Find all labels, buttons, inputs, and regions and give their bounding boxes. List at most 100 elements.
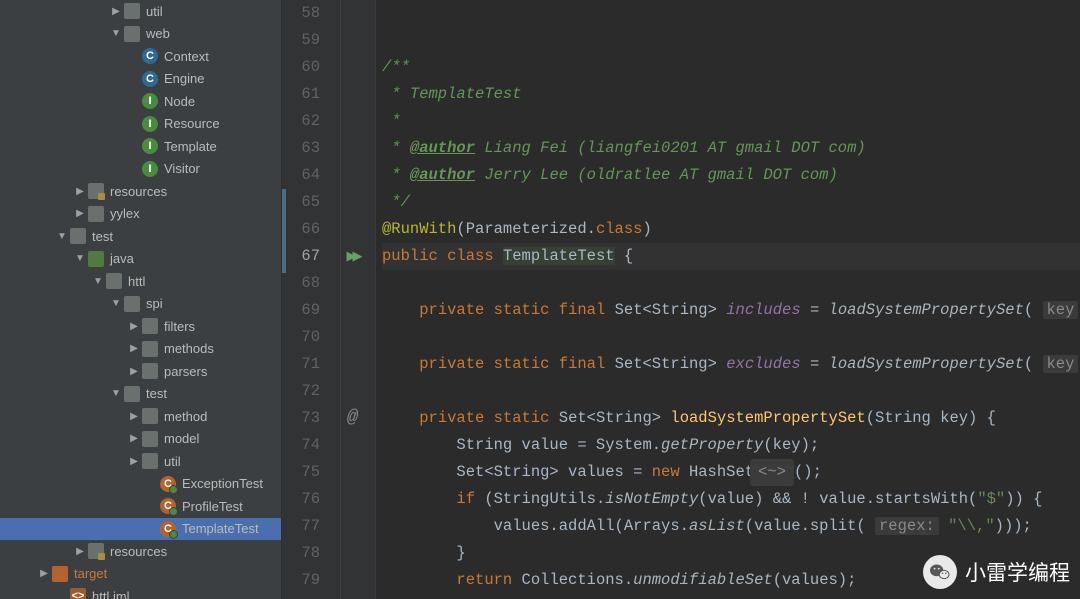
expand-arrow-icon[interactable]: ▶	[128, 411, 140, 422]
code-line[interactable]: String value = System.getProperty(key);	[382, 432, 1080, 459]
tree-item-java[interactable]: ▼java	[0, 248, 281, 271]
tree-item-profiletest[interactable]: CProfileTest	[0, 495, 281, 518]
run-gutter-icon[interactable]: ▶▶	[330, 243, 375, 270]
tree-item-templatetest[interactable]: CTemplateTest	[0, 518, 281, 541]
line-number[interactable]: 60	[282, 54, 320, 81]
tree-item-target[interactable]: ▶target	[0, 563, 281, 586]
code-line[interactable]: private static Set<String> loadSystemPro…	[382, 405, 1080, 432]
expand-arrow-icon[interactable]: ▶	[128, 343, 140, 354]
vcs-change-bar	[282, 189, 286, 273]
tree-item-resource[interactable]: IResource	[0, 113, 281, 136]
tree-item-web[interactable]: ▼web	[0, 23, 281, 46]
code-line[interactable]: private static final Set<String> include…	[382, 297, 1080, 324]
tree-item-exceptiontest[interactable]: CExceptionTest	[0, 473, 281, 496]
line-number[interactable]: 70	[282, 324, 320, 351]
line-number[interactable]: 73	[282, 405, 320, 432]
expand-arrow-icon[interactable]: ▶	[38, 568, 50, 579]
code-area[interactable]: /** * TemplateTest * * @author Liang Fei…	[376, 0, 1080, 599]
tree-item-filters[interactable]: ▶ filters	[0, 315, 281, 338]
tree-item-httl-iml[interactable]: <>httl.iml	[0, 585, 281, 599]
expand-arrow-icon[interactable]: ▼	[92, 276, 104, 287]
line-number[interactable]: 66	[282, 216, 320, 243]
expand-arrow-icon[interactable]: ▶	[74, 186, 86, 197]
line-number[interactable]: 77	[282, 513, 320, 540]
expand-arrow-icon[interactable]: ▶	[128, 433, 140, 444]
tree-item-node[interactable]: INode	[0, 90, 281, 113]
code-line[interactable]: Set<String> values = new HashSet<~>();	[382, 459, 1080, 486]
line-number[interactable]: 61	[282, 81, 320, 108]
line-number[interactable]: 62	[282, 108, 320, 135]
code-line[interactable]	[382, 324, 1080, 351]
code-line[interactable]: }	[382, 594, 1080, 599]
code-line[interactable]: values.addAll(Arrays.asList(value.split(…	[382, 513, 1080, 540]
code-line[interactable]	[382, 27, 1080, 54]
expand-arrow-icon[interactable]: ▶	[128, 366, 140, 377]
code-line[interactable]: */	[382, 189, 1080, 216]
tree-item-yylex[interactable]: ▶yylex	[0, 203, 281, 226]
tree-item-template[interactable]: ITemplate	[0, 135, 281, 158]
project-tree[interactable]: ▶util▼webCContextCEngineINodeIResourceIT…	[0, 0, 282, 599]
line-number[interactable]: 65	[282, 189, 320, 216]
line-number[interactable]: 69	[282, 297, 320, 324]
code-line[interactable]: private static final Set<String> exclude…	[382, 351, 1080, 378]
code-editor[interactable]: 5859606162636465666768697071727374757677…	[282, 0, 1080, 599]
override-gutter-icon[interactable]: @	[330, 405, 375, 432]
tree-item-model[interactable]: ▶ model	[0, 428, 281, 451]
code-line[interactable]: public class TemplateTest {	[382, 243, 1080, 270]
code-line[interactable]: @RunWith(Parameterized.class)	[382, 216, 1080, 243]
line-number[interactable]: 72	[282, 378, 320, 405]
tree-item-methods[interactable]: ▶methods	[0, 338, 281, 361]
code-line[interactable]: * @author Liang Fei (liangfei0201 AT gma…	[382, 135, 1080, 162]
expand-arrow-icon[interactable]: ▶	[74, 208, 86, 219]
line-number[interactable]: 59	[282, 27, 320, 54]
tree-item-test[interactable]: ▼test	[0, 383, 281, 406]
tree-item-util[interactable]: ▶util	[0, 0, 281, 23]
code-line[interactable]	[382, 270, 1080, 297]
code-line[interactable]: /**	[382, 54, 1080, 81]
line-number[interactable]: 78	[282, 540, 320, 567]
tree-item-method[interactable]: ▶method	[0, 405, 281, 428]
tree-item-resources[interactable]: ▶resources	[0, 540, 281, 563]
line-number[interactable]: 80	[282, 594, 320, 599]
line-number[interactable]: 75	[282, 459, 320, 486]
tree-item-label: httl.iml	[92, 589, 130, 599]
code-line[interactable]	[382, 378, 1080, 405]
expand-arrow-icon[interactable]: ▼	[110, 298, 122, 309]
editor-margin[interactable]: ▶▶ @	[330, 0, 376, 599]
line-number[interactable]: 63	[282, 135, 320, 162]
expand-arrow-icon[interactable]: ▶	[110, 6, 122, 17]
code-line[interactable]: * @author Jerry Lee (oldratlee AT gmail …	[382, 162, 1080, 189]
code-line[interactable]: *	[382, 108, 1080, 135]
line-number[interactable]: 68	[282, 270, 320, 297]
expand-arrow-icon[interactable]: ▶	[128, 321, 140, 332]
tree-item-context[interactable]: CContext	[0, 45, 281, 68]
expand-arrow-icon[interactable]: ▶	[128, 456, 140, 467]
expand-arrow-icon[interactable]: ▼	[110, 388, 122, 399]
line-number[interactable]: 64	[282, 162, 320, 189]
line-number[interactable]: 74	[282, 432, 320, 459]
line-number[interactable]: 79	[282, 567, 320, 594]
code-line[interactable]: if (StringUtils.isNotEmpty(value) && ! v…	[382, 486, 1080, 513]
code-line[interactable]: * TemplateTest	[382, 81, 1080, 108]
line-number[interactable]: 67	[282, 243, 320, 270]
line-number[interactable]: 71	[282, 351, 320, 378]
tree-item-parsers[interactable]: ▶parsers	[0, 360, 281, 383]
line-number[interactable]: 58	[282, 0, 320, 27]
code-line[interactable]	[382, 0, 1080, 27]
expand-arrow-icon[interactable]: ▼	[110, 28, 122, 39]
tree-item-util[interactable]: ▶util	[0, 450, 281, 473]
expand-arrow-icon[interactable]: ▶	[74, 546, 86, 557]
expand-arrow-icon[interactable]: ▼	[56, 231, 68, 242]
tree-item-visitor[interactable]: IVisitor	[0, 158, 281, 181]
tree-item-label: model	[164, 431, 199, 446]
tree-item-resources[interactable]: ▶resources	[0, 180, 281, 203]
tree-item-test[interactable]: ▼test	[0, 225, 281, 248]
folder-icon	[142, 363, 158, 379]
tree-item-label: filters	[164, 319, 195, 334]
expand-arrow-icon[interactable]: ▼	[74, 253, 86, 264]
tree-item-httl[interactable]: ▼httl	[0, 270, 281, 293]
line-number[interactable]: 76	[282, 486, 320, 513]
folder-icon	[124, 26, 140, 42]
tree-item-spi[interactable]: ▼spi	[0, 293, 281, 316]
tree-item-engine[interactable]: CEngine	[0, 68, 281, 91]
